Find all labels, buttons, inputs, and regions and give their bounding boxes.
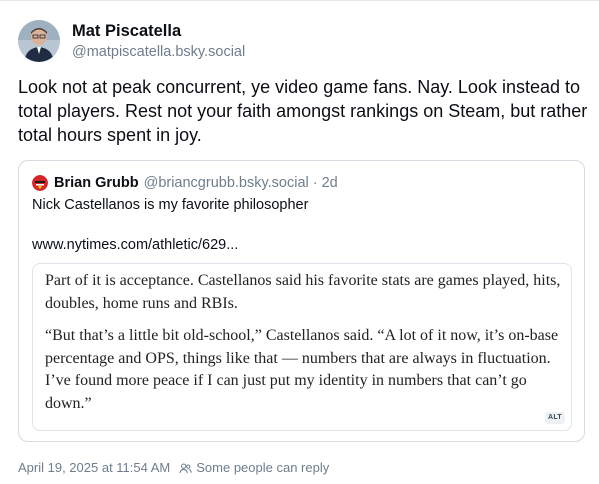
post-footer: April 19, 2025 at 11:54 AM Some people c…: [18, 459, 329, 477]
quoted-post-header: Brian Grubb @briancgrubb.bsky.social · 2…: [32, 173, 338, 193]
quoted-post-link[interactable]: www.nytimes.com/athletic/629...: [32, 235, 238, 255]
post-text: Look not at peak concurrent, ye video ga…: [18, 77, 588, 145]
quoted-author-avatar[interactable]: [32, 175, 48, 191]
reply-settings[interactable]: Some people can reply: [179, 459, 329, 477]
people-icon: [179, 463, 193, 473]
author-avatar[interactable]: [18, 20, 60, 62]
separator-dot: ·: [312, 175, 318, 191]
quoted-post-text: Nick Castellanos is my favorite philosop…: [32, 197, 309, 213]
red-avatar-icon: [32, 175, 48, 191]
person-avatar-icon: [18, 20, 60, 62]
post-author[interactable]: Mat Piscatella @matpiscatella.bsky.socia…: [18, 20, 245, 62]
excerpt-paragraph-2: “But that’s a little bit old-school,” Ca…: [45, 327, 559, 412]
post: Mat Piscatella @matpiscatella.bsky.socia…: [0, 0, 599, 484]
alt-badge[interactable]: ALT: [545, 412, 565, 424]
excerpt-paragraph-1: Part of it is acceptance. Castellanos sa…: [45, 272, 561, 312]
quoted-author-handle[interactable]: @briancgrubb.bsky.social: [144, 173, 309, 193]
quoted-post[interactable]: Brian Grubb @briancgrubb.bsky.social · 2…: [18, 160, 585, 442]
quoted-image[interactable]: Part of it is acceptance. Castellanos sa…: [32, 263, 572, 431]
author-handle[interactable]: @matpiscatella.bsky.social: [72, 42, 245, 62]
post-timestamp[interactable]: April 19, 2025 at 11:54 AM: [18, 459, 170, 477]
author-display-name[interactable]: Mat Piscatella: [72, 21, 245, 42]
article-excerpt: Part of it is acceptance. Castellanos sa…: [45, 270, 561, 425]
quoted-post-time[interactable]: 2d: [322, 173, 338, 193]
quoted-author-name[interactable]: Brian Grubb: [54, 173, 139, 193]
reply-settings-label: Some people can reply: [196, 460, 330, 475]
